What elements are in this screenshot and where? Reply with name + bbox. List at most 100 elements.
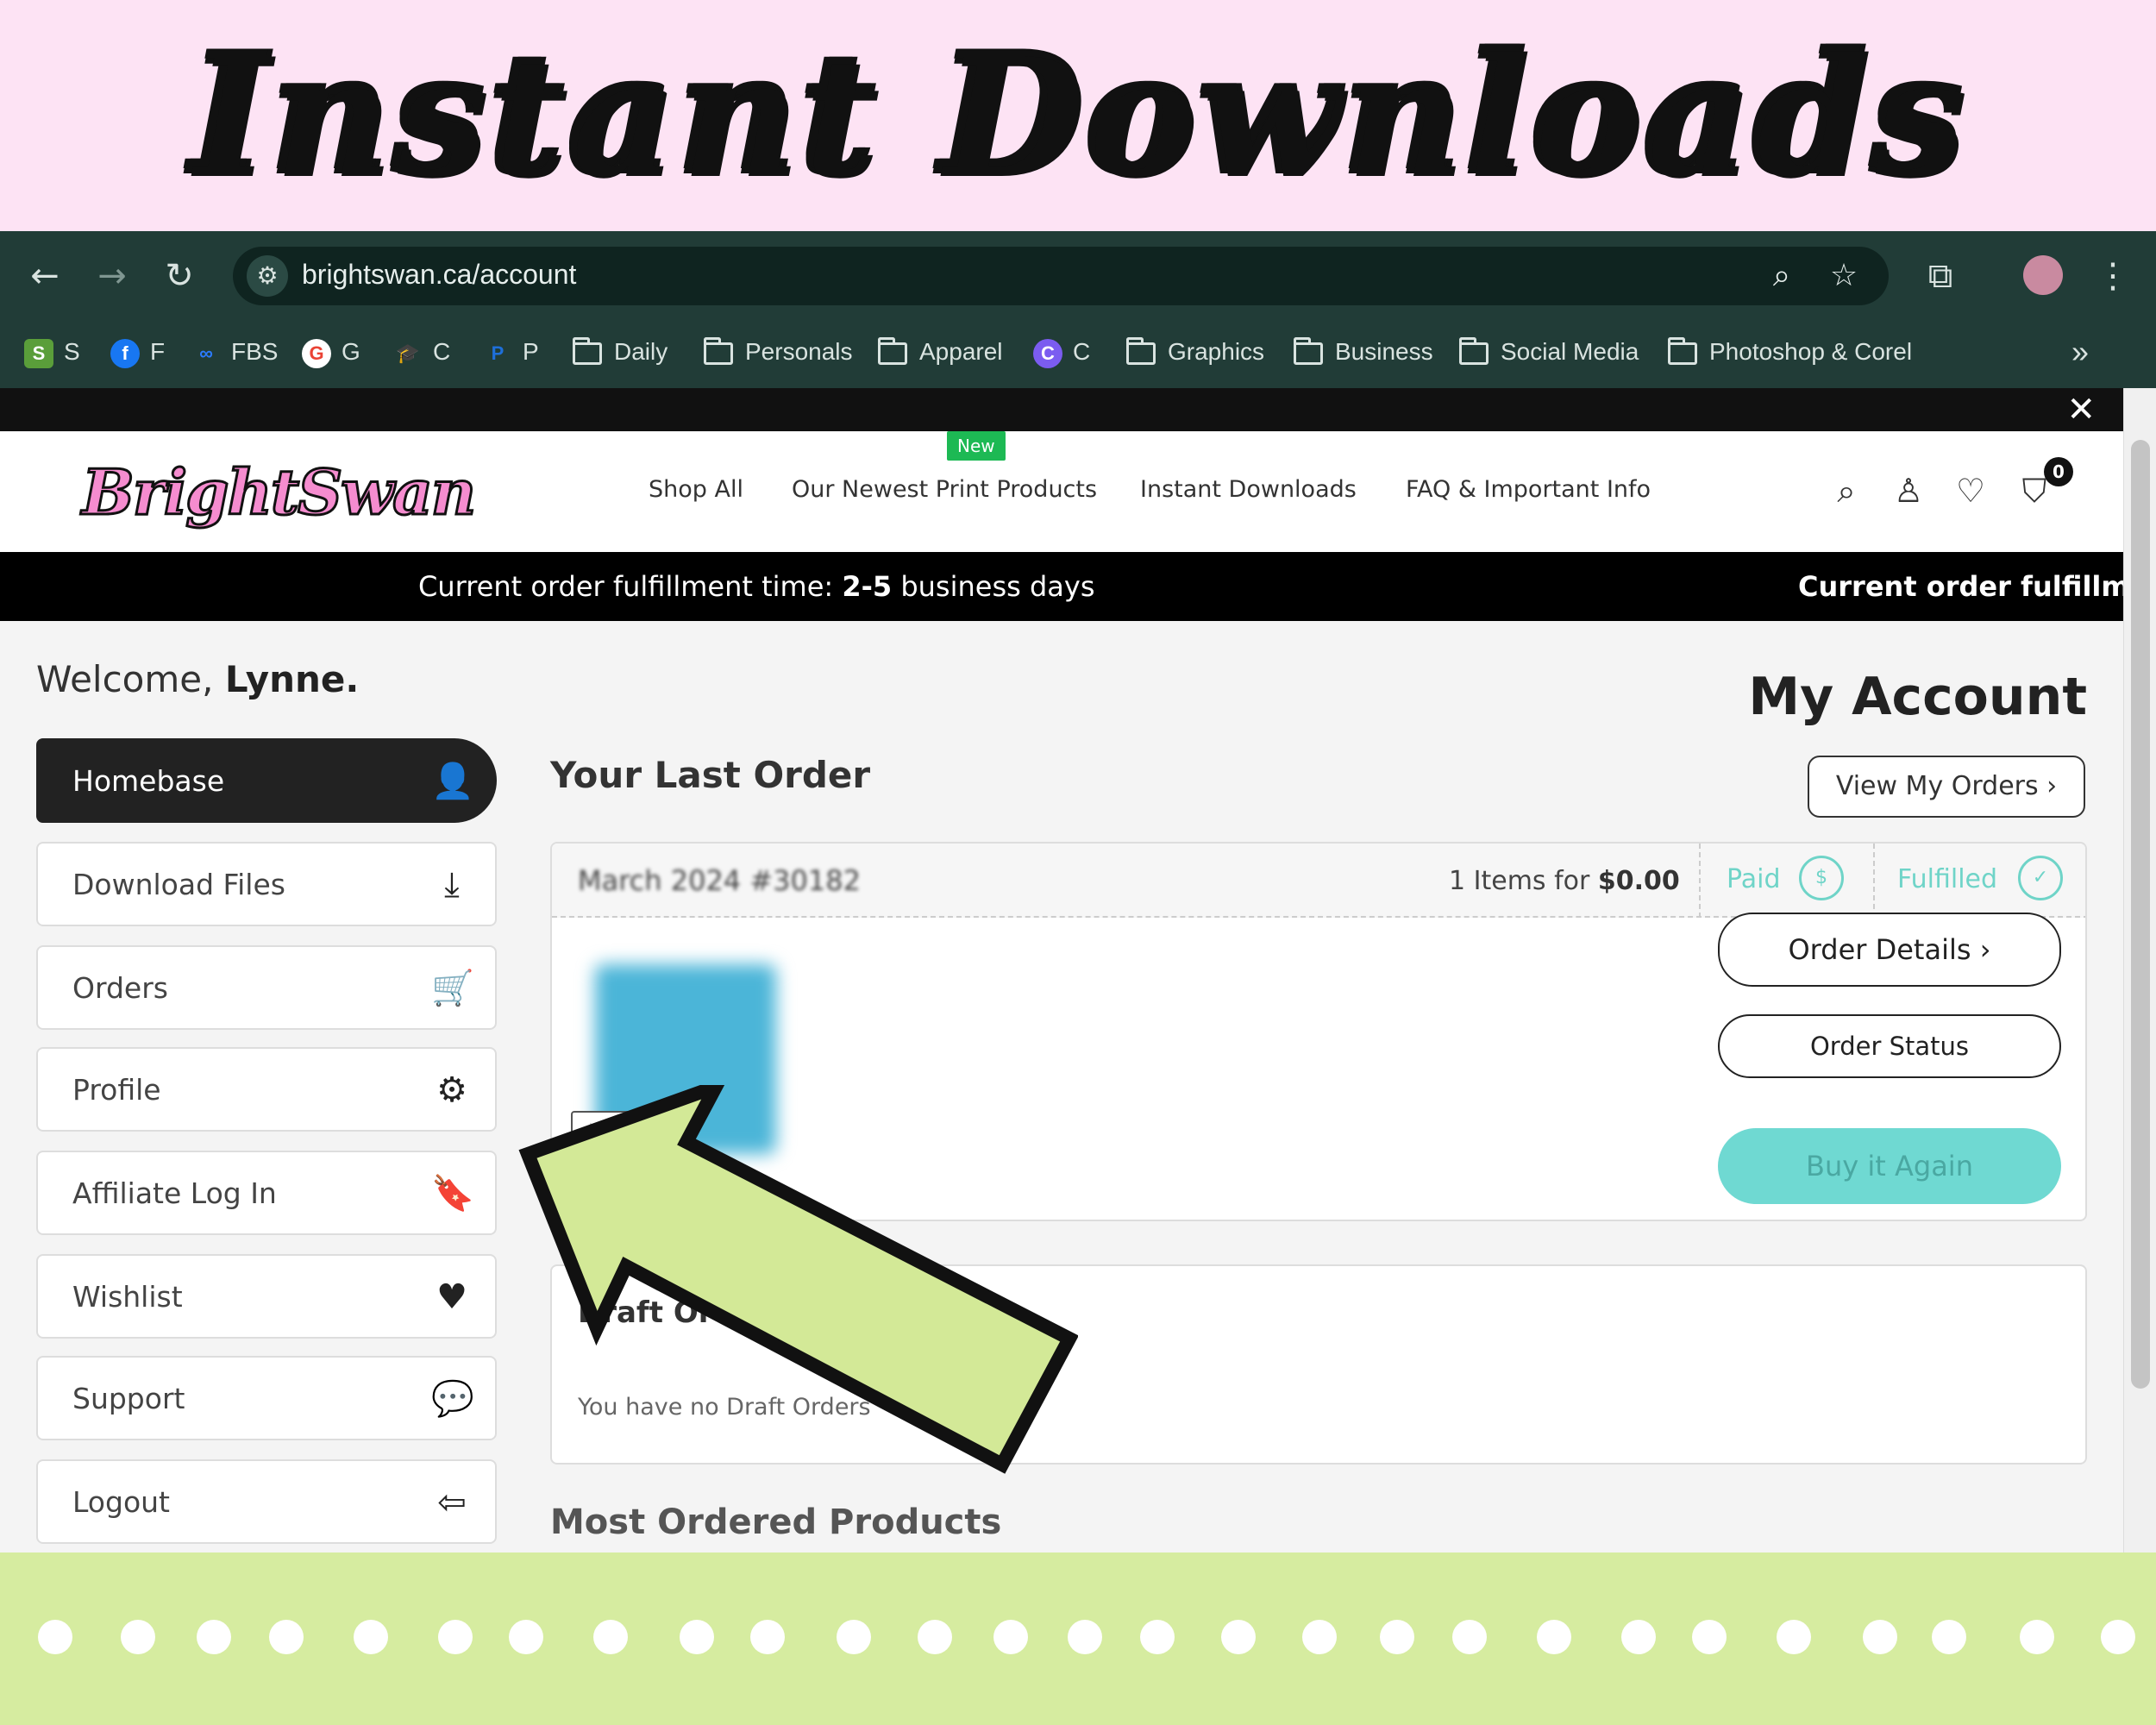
bottom-band: [0, 1552, 2156, 1725]
site-logo[interactable]: BrightSwan: [80, 455, 477, 530]
bookmark-facebook[interactable]: fF: [110, 333, 165, 371]
nav-instant-downloads[interactable]: Instant Downloads: [1140, 476, 1357, 503]
order-date-number: March 2024 #30182: [578, 864, 861, 897]
google-icon: G: [302, 338, 331, 368]
sidebar-item-affiliate-log-in[interactable]: Affiliate Log In 🔖: [36, 1151, 497, 1235]
sidebar-item-orders[interactable]: Orders 🛒: [36, 945, 497, 1030]
decor-dot: [438, 1620, 473, 1654]
nav-shop-all[interactable]: Shop All: [649, 476, 743, 503]
bookmark-google[interactable]: GG: [302, 333, 360, 371]
nav-faq[interactable]: FAQ & Important Info: [1406, 476, 1651, 503]
buy-it-again-button[interactable]: Buy it Again: [1718, 1128, 2061, 1204]
canva-icon: C: [1033, 338, 1062, 368]
url-text[interactable]: brightswan.ca/account: [302, 259, 576, 291]
more-bookmarks-icon[interactable]: »: [2071, 333, 2089, 371]
bookmark-personals[interactable]: Personals: [704, 333, 853, 371]
scrollbar[interactable]: [2123, 388, 2156, 1552]
bookmark-paypal[interactable]: PP: [483, 333, 539, 371]
bookmark-social-media[interactable]: Social Media: [1459, 333, 1639, 371]
menu-dots-icon[interactable]: ⋮: [2094, 257, 2132, 295]
bookmark-apparel[interactable]: Apparel: [878, 333, 1003, 371]
heart-icon: ♥: [436, 1277, 467, 1317]
user-icon: 👤: [431, 762, 474, 801]
bookmark-icon: 🔖: [431, 1174, 474, 1214]
decor-dot: [509, 1620, 543, 1654]
folder-icon: [1126, 336, 1156, 365]
chevron-right-icon: ›: [2046, 771, 2058, 801]
divider: [1699, 844, 1701, 918]
scroll-thumb[interactable]: [2131, 440, 2150, 1389]
decor-dot: [1621, 1620, 1656, 1654]
bookmark-graphics[interactable]: Graphics: [1126, 333, 1264, 371]
decor-dot: [1537, 1620, 1571, 1654]
zoom-icon[interactable]: ⌕: [1763, 257, 1801, 295]
new-badge: New: [947, 431, 1006, 461]
decor-dot: [1380, 1620, 1414, 1654]
ticker-message-repeat: Current order fulfillmer: [1798, 570, 2123, 603]
folder-icon: [1459, 336, 1489, 365]
sidebar-item-label: Support: [72, 1382, 185, 1415]
decor-dot: [680, 1620, 714, 1654]
reload-icon[interactable]: ↻: [160, 257, 198, 295]
folder-icon: [704, 336, 733, 365]
order-details-button[interactable]: Order Details ›: [1718, 913, 2061, 987]
cart-count-badge: 0: [2044, 457, 2073, 486]
last-order-heading: Your Last Order: [550, 754, 871, 796]
profile-avatar[interactable]: [2023, 255, 2063, 295]
site-header: BrightSwan Shop All Our Newest Print Pro…: [0, 431, 2123, 552]
star-icon[interactable]: ☆: [1825, 257, 1863, 295]
address-bar[interactable]: ⚙ brightswan.ca/account ⌕ ☆: [233, 247, 1889, 305]
decor-dot: [593, 1620, 628, 1654]
sidebar-item-download-files[interactable]: Download Files ⤓: [36, 842, 497, 926]
sidebar-item-label: Affiliate Log In: [72, 1176, 277, 1210]
paid-status: Paid: [1727, 864, 1781, 894]
most-ordered-heading: Most Ordered Products: [550, 1502, 1002, 1542]
back-icon[interactable]: ←: [26, 257, 64, 295]
site-settings-icon[interactable]: ⚙: [247, 255, 288, 297]
cap-icon: 🎓: [396, 342, 420, 364]
bookmarks-bar: SS fF ∞ FBS GG 🎓 C PP Daily Personals Appa…: [0, 317, 2156, 386]
paid-icon: $: [1799, 856, 1844, 900]
bookmark-canva[interactable]: CC: [1033, 333, 1090, 371]
decor-dot: [750, 1620, 785, 1654]
decor-dot: [1302, 1620, 1337, 1654]
order-status-button[interactable]: Order Status: [1718, 1014, 2061, 1078]
bookmark-c1[interactable]: 🎓 C: [393, 333, 450, 371]
bookmark-business[interactable]: Business: [1294, 333, 1433, 371]
sidebar-item-support[interactable]: Support 💬: [36, 1356, 497, 1440]
sidebar-item-logout[interactable]: Logout ⇦: [36, 1459, 497, 1544]
bookmark-photoshop-corel[interactable]: Photoshop & Corel: [1668, 333, 1912, 371]
bookmark-shopify[interactable]: SS: [24, 333, 80, 371]
meta-icon: ∞: [199, 342, 213, 364]
decor-dot: [121, 1620, 155, 1654]
decor-dot: [38, 1620, 72, 1654]
decor-dot: [1140, 1620, 1175, 1654]
decor-dot: [197, 1620, 231, 1654]
title-banner: Instant Downloads: [0, 0, 2156, 231]
close-icon[interactable]: ✕: [2066, 390, 2096, 430]
view-my-orders-button[interactable]: View My Orders ›: [1808, 756, 2085, 818]
bookmark-fbs[interactable]: ∞ FBS: [191, 333, 278, 371]
folder-icon: [878, 336, 907, 365]
ticker-message: Current order fulfillment time: 2-5 busi…: [418, 570, 1095, 603]
pointer-arrow: [518, 1085, 1078, 1474]
sidebar-item-profile[interactable]: Profile ⚙: [36, 1047, 497, 1132]
shopify-icon: S: [24, 338, 53, 368]
sidebar-item-label: Wishlist: [72, 1280, 183, 1314]
search-icon[interactable]: ⌕: [1827, 471, 1866, 511]
facebook-icon: f: [110, 338, 140, 368]
sidebar-item-homebase[interactable]: Homebase 👤: [36, 738, 497, 823]
wishlist-heart-icon[interactable]: ♡: [1951, 471, 1990, 511]
nav-newest-print-products[interactable]: Our Newest Print Products: [792, 476, 1097, 503]
gear-icon: ⚙: [436, 1070, 467, 1110]
order-items-total: 1 Items for $0.00: [1449, 866, 1680, 896]
forward-icon[interactable]: →: [93, 257, 131, 295]
extensions-icon[interactable]: ⧉: [1921, 257, 1959, 295]
divider: [1873, 844, 1875, 918]
sidebar-item-label: Homebase: [72, 764, 225, 798]
decor-dot: [993, 1620, 1028, 1654]
sidebar-item-wishlist[interactable]: Wishlist ♥: [36, 1254, 497, 1339]
decor-dot: [1777, 1620, 1811, 1654]
account-icon[interactable]: ♙: [1889, 471, 1928, 511]
bookmark-daily[interactable]: Daily: [573, 333, 667, 371]
